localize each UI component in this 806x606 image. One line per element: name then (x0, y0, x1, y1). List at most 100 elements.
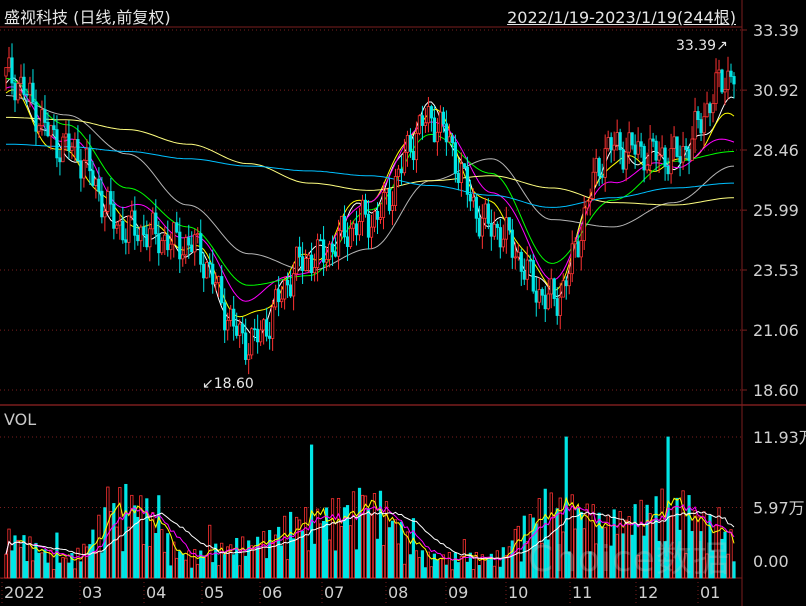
volume-bar (40, 552, 44, 579)
volume-bar (175, 557, 179, 579)
candle-body (97, 178, 101, 192)
volume-bar (408, 554, 413, 579)
candle-body (94, 178, 98, 186)
candle-body (375, 210, 380, 220)
volume-bar (372, 493, 377, 579)
high-price-annotation: 33.39↗ (676, 38, 728, 54)
candle-body (348, 227, 353, 247)
candle-body (46, 122, 50, 137)
candle-body (693, 111, 697, 140)
candle-body (85, 148, 89, 161)
candle-body (555, 298, 559, 316)
candle-body (139, 226, 143, 242)
volume-bar (378, 490, 383, 579)
candle-body (483, 203, 487, 219)
candle-body (684, 145, 688, 150)
candle-body (226, 320, 230, 331)
volume-bar (61, 557, 65, 579)
candle-body (127, 215, 131, 243)
candle-body (244, 332, 248, 360)
volume-bar (232, 554, 236, 579)
volume-bar (283, 515, 287, 579)
candle-body (250, 328, 254, 356)
volume-bar (357, 487, 362, 579)
volume-bar (435, 559, 440, 579)
candle-body (636, 141, 640, 155)
candle-body (202, 263, 206, 279)
candle-body (420, 115, 425, 126)
candle-body (295, 246, 299, 275)
candle-body (717, 69, 721, 74)
volume-bar (519, 561, 523, 579)
candle-body (630, 132, 634, 146)
candle-body (426, 106, 431, 124)
candle-body (411, 150, 416, 161)
candle-body (387, 188, 392, 211)
volume-bar (256, 536, 260, 579)
candle-body (49, 125, 53, 137)
candle-body (474, 196, 478, 219)
candle-body (154, 212, 158, 235)
volume-bar (354, 549, 359, 579)
candle-body (486, 203, 490, 224)
date-range-link[interactable]: 2022/1/19-2023/1/19(244根) (507, 4, 736, 28)
date-tick-label: 07 (324, 583, 344, 602)
volume-bar (516, 525, 520, 579)
volume-bar (306, 550, 311, 579)
candle-body (705, 103, 709, 118)
date-tick-label: 2022 (4, 583, 45, 602)
candle-body (597, 158, 601, 177)
candle-body (552, 278, 556, 299)
candle-body (633, 144, 637, 155)
volume-bar (133, 505, 137, 579)
candle-body (384, 188, 389, 193)
candle-body (372, 210, 377, 228)
candle-body (627, 132, 631, 153)
candle-body (606, 137, 610, 150)
volume-bar (268, 530, 272, 579)
candle-body (450, 136, 454, 144)
candle-body (444, 123, 448, 143)
volume-bar (510, 540, 514, 579)
candle-body (363, 199, 368, 215)
volume-bar (351, 491, 356, 579)
candle-body (238, 323, 242, 336)
candle-body (612, 144, 616, 151)
volume-bar (393, 519, 398, 579)
volume-bar (414, 550, 419, 579)
candle-body (262, 319, 266, 331)
volume-bar (157, 495, 161, 579)
candle-body (615, 132, 619, 146)
volume-bar (205, 554, 209, 579)
volume-bar (91, 529, 95, 579)
candle-body (564, 280, 568, 287)
candle-body (681, 145, 685, 163)
candle-body (465, 166, 469, 195)
volume-bar (142, 544, 146, 579)
volume-bar (333, 550, 338, 579)
candle-body (642, 145, 646, 171)
volume-bar (136, 516, 140, 579)
candle-body (726, 70, 730, 90)
volume-bar (423, 567, 428, 579)
volume-bar (196, 563, 200, 579)
volume-bar (244, 555, 248, 579)
volume-bar (477, 565, 481, 579)
candle-body (492, 223, 496, 237)
candle-body (211, 263, 215, 285)
volume-bar (277, 526, 281, 579)
candle-body (73, 139, 77, 148)
volume-bar (202, 555, 206, 579)
candle-body (4, 67, 8, 77)
candle-body (336, 230, 341, 257)
date-tick-label: 03 (82, 583, 102, 602)
volume-bar (178, 551, 182, 579)
date-tick-label: 01 (700, 583, 720, 602)
candle-body (118, 220, 122, 226)
volume-bar (4, 553, 8, 579)
volume-bar (31, 560, 35, 579)
candle-body (115, 224, 119, 229)
candle-body (441, 111, 445, 125)
volume-bar (25, 561, 29, 579)
candle-body (333, 251, 338, 257)
